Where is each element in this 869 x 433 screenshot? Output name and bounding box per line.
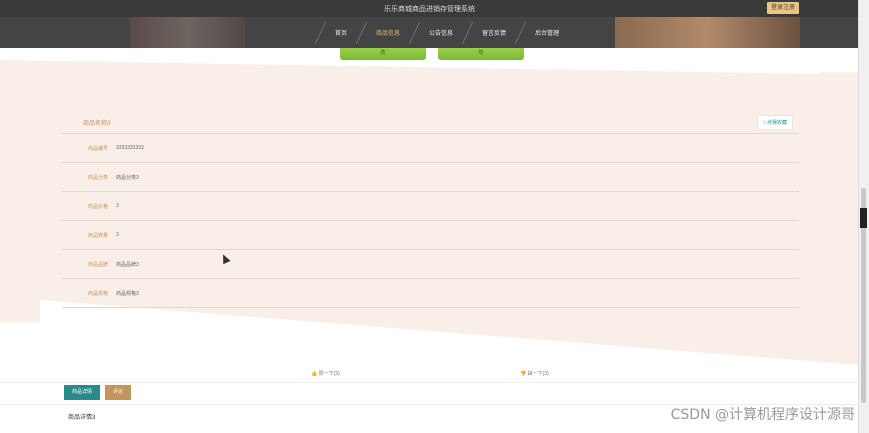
- field-value: 商品分类3: [116, 174, 139, 181]
- field-label: 商品分类: [87, 174, 108, 181]
- field-label: 商品价格: [87, 203, 108, 210]
- field-label: 商品品牌: [87, 261, 108, 268]
- nav-item-home[interactable]: 首页: [321, 28, 361, 37]
- site-title: 乐乐商城商品进销存管理系统: [384, 5, 475, 13]
- product-image[interactable]: 叻: [438, 48, 524, 60]
- tab-product-detail[interactable]: 商品详情: [64, 385, 101, 400]
- product-image-label: 叻: [478, 50, 484, 56]
- top-bar: 乐乐商城商品进销存管理系统 登录注册: [0, 0, 859, 17]
- detail-row: 商品品牌 商品品牌3: [62, 250, 799, 279]
- field-value: 3: [116, 232, 119, 238]
- watermark: CSDN @计算机程序设计源哥: [670, 407, 855, 423]
- product-name: 商品名称3: [83, 120, 111, 127]
- tab-comments[interactable]: 评论: [105, 385, 132, 400]
- field-label: 商品编号: [87, 145, 108, 152]
- thumbs-up-icon: 👍: [311, 371, 318, 377]
- thumbs-down-icon: 👎: [520, 371, 527, 377]
- field-label: 商品数量: [87, 232, 108, 239]
- vote-bar: 👍 赞一下(3) 👎 踩一下(3): [0, 370, 859, 380]
- downvote-label: 踩一下(3): [527, 371, 549, 377]
- banner-image-right: [615, 17, 800, 48]
- nav-item-admin[interactable]: 后台管理: [521, 28, 573, 37]
- page-scrollbar[interactable]: [858, 0, 869, 433]
- field-value: 商品品牌3: [116, 261, 139, 268]
- detail-row: 商品分类 商品分类3: [62, 163, 799, 192]
- thumbs-up-button[interactable]: 👍 赞一下(3): [311, 370, 340, 377]
- product-image-label: 叻: [380, 50, 386, 56]
- product-detail-text: 商品详情3: [68, 415, 96, 421]
- detail-header: 商品名称3 ☆点我收藏: [62, 111, 799, 134]
- product-detail: 商品名称3 ☆点我收藏 商品编号 3333333333 商品分类 商品分类3 商…: [62, 111, 799, 308]
- nav-item-notices[interactable]: 公告信息: [415, 28, 467, 37]
- divider: [0, 382, 859, 383]
- scrollbar-marker: [860, 208, 867, 228]
- nav-item-feedback[interactable]: 留言反馈: [468, 28, 520, 37]
- field-label: 商品规格: [87, 290, 108, 297]
- thumbs-down-button[interactable]: 👎 踩一下(3): [520, 370, 549, 377]
- banner-image-left: [130, 17, 245, 48]
- field-value: 3: [116, 203, 119, 209]
- field-value: 商品规格3: [116, 290, 139, 297]
- content-tabs: 商品详情 评论: [64, 385, 132, 400]
- upvote-label: 赞一下(3): [318, 371, 340, 377]
- product-image[interactable]: 叻: [340, 48, 426, 60]
- login-register-button[interactable]: 登录注册: [766, 2, 799, 14]
- detail-row: 商品编号 3333333333: [62, 134, 799, 163]
- main-nav: 首页 商品信息 公告信息 留言反馈 后台管理: [314, 17, 573, 48]
- detail-row: 商品规格 商品规格3: [62, 279, 799, 308]
- favorite-button[interactable]: ☆点我收藏: [756, 114, 793, 130]
- field-value: 3333333333: [116, 145, 144, 151]
- detail-row: 商品数量 3: [62, 221, 799, 250]
- detail-row: 商品价格 3: [62, 192, 799, 221]
- nav-item-products[interactable]: 商品信息: [362, 28, 414, 37]
